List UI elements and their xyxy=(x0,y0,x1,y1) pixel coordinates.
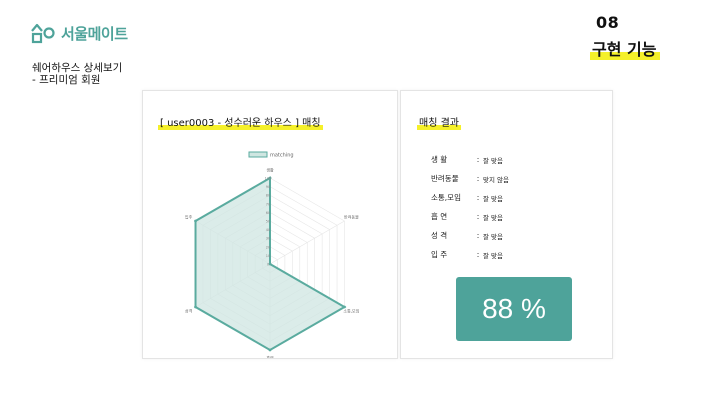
axis-label: 소통,모임 xyxy=(343,308,359,314)
result-row: 생 활 : 잘 맞음 xyxy=(431,150,509,169)
result-row: 소통,모임 : 잘 맞음 xyxy=(431,188,509,207)
tick-label: 20 xyxy=(266,245,270,249)
result-separator: : xyxy=(476,193,480,202)
brand-logo[interactable]: 서울메이트 xyxy=(30,22,128,44)
tick-label: 50 xyxy=(266,220,270,224)
result-value: 잘 맞음 xyxy=(483,232,504,241)
legend-swatch xyxy=(248,151,268,158)
section-title: 구현 기능 xyxy=(590,36,661,60)
result-list: 생 활 : 잘 맞음 반려동물 : 맞지 않음 소통,모임 : 잘 맞음 흡 연… xyxy=(431,150,509,264)
result-value: 잘 맞음 xyxy=(483,251,504,260)
result-separator: : xyxy=(476,231,480,240)
axis-label: 생활 xyxy=(266,167,274,173)
result-separator: : xyxy=(476,155,480,164)
legend-label: matching xyxy=(270,153,294,159)
result-label: 입 주 xyxy=(431,250,448,259)
chart-card-heading-text: [ user0003 - 성수러운 하우스 ] 매칭 xyxy=(160,118,321,129)
tick-label: 70 xyxy=(266,202,270,206)
tick-label: 30 xyxy=(266,237,270,241)
tick-label: 80 xyxy=(266,194,270,198)
radar-chart: 1009080706050403020100생활반려동물소통,모임흡연성격입주m… xyxy=(185,151,360,359)
data-point xyxy=(194,219,197,223)
result-separator: : xyxy=(476,250,480,259)
section-number: 08 xyxy=(596,13,620,32)
axis-label: 입주 xyxy=(185,214,193,220)
match-score-badge: 88 % xyxy=(456,277,572,341)
page-subtitle: 쉐어하우스 상세보기 - 프리미엄 회원 xyxy=(32,62,122,86)
result-label: 성 격 xyxy=(431,231,448,240)
result-card-heading-text: 매칭 결과 xyxy=(419,118,459,129)
section-title-text: 구현 기능 xyxy=(592,40,657,59)
tick-label: 40 xyxy=(266,228,270,232)
matching-chart-card: [ user0003 - 성수러운 하우스 ] 매칭 100 90 80 70 60 50… xyxy=(142,90,398,359)
result-row: 반려동물 : 맞지 않음 xyxy=(431,169,509,188)
tick-label: 10 xyxy=(266,254,270,258)
result-row: 성 격 : 잘 맞음 xyxy=(431,226,509,245)
axis-label: 반려동물 xyxy=(344,214,359,220)
result-separator: : xyxy=(476,212,480,221)
result-value: 잘 맞음 xyxy=(483,156,504,165)
axis-label: 흡연 xyxy=(266,355,274,359)
result-row: 입 주 : 잘 맞음 xyxy=(431,245,509,264)
result-value: 잘 맞음 xyxy=(483,194,504,203)
tick-label: 100 xyxy=(265,177,272,181)
result-value: 잘 맞음 xyxy=(483,213,504,222)
data-point xyxy=(268,348,272,352)
axis-label: 성격 xyxy=(185,308,193,314)
matching-result-card: 매칭 결과 생 활 : 잘 맞음 반려동물 : 맞지 않음 소통,모임 : 잘 … xyxy=(400,90,613,359)
subtitle-line-2: - 프리미엄 회원 xyxy=(32,74,101,86)
result-label: 생 활 xyxy=(431,155,448,164)
result-row: 흡 연 : 잘 맞음 xyxy=(431,207,509,226)
result-label: 반려동물 xyxy=(431,174,459,183)
brand-name: 서울메이트 xyxy=(61,24,128,43)
tick-label: 60 xyxy=(266,211,270,215)
tick-label: 90 xyxy=(266,185,270,189)
result-label: 소통,모임 xyxy=(431,193,461,202)
result-card-heading: 매칭 결과 xyxy=(417,114,461,130)
tick-label: 0 xyxy=(267,263,269,267)
result-value: 맞지 않음 xyxy=(483,175,509,184)
subtitle-line-1: 쉐어하우스 상세보기 xyxy=(32,62,123,74)
result-separator: : xyxy=(476,174,480,183)
result-label: 흡 연 xyxy=(431,212,448,221)
house-logo-icon xyxy=(31,23,55,44)
data-point xyxy=(194,305,197,309)
